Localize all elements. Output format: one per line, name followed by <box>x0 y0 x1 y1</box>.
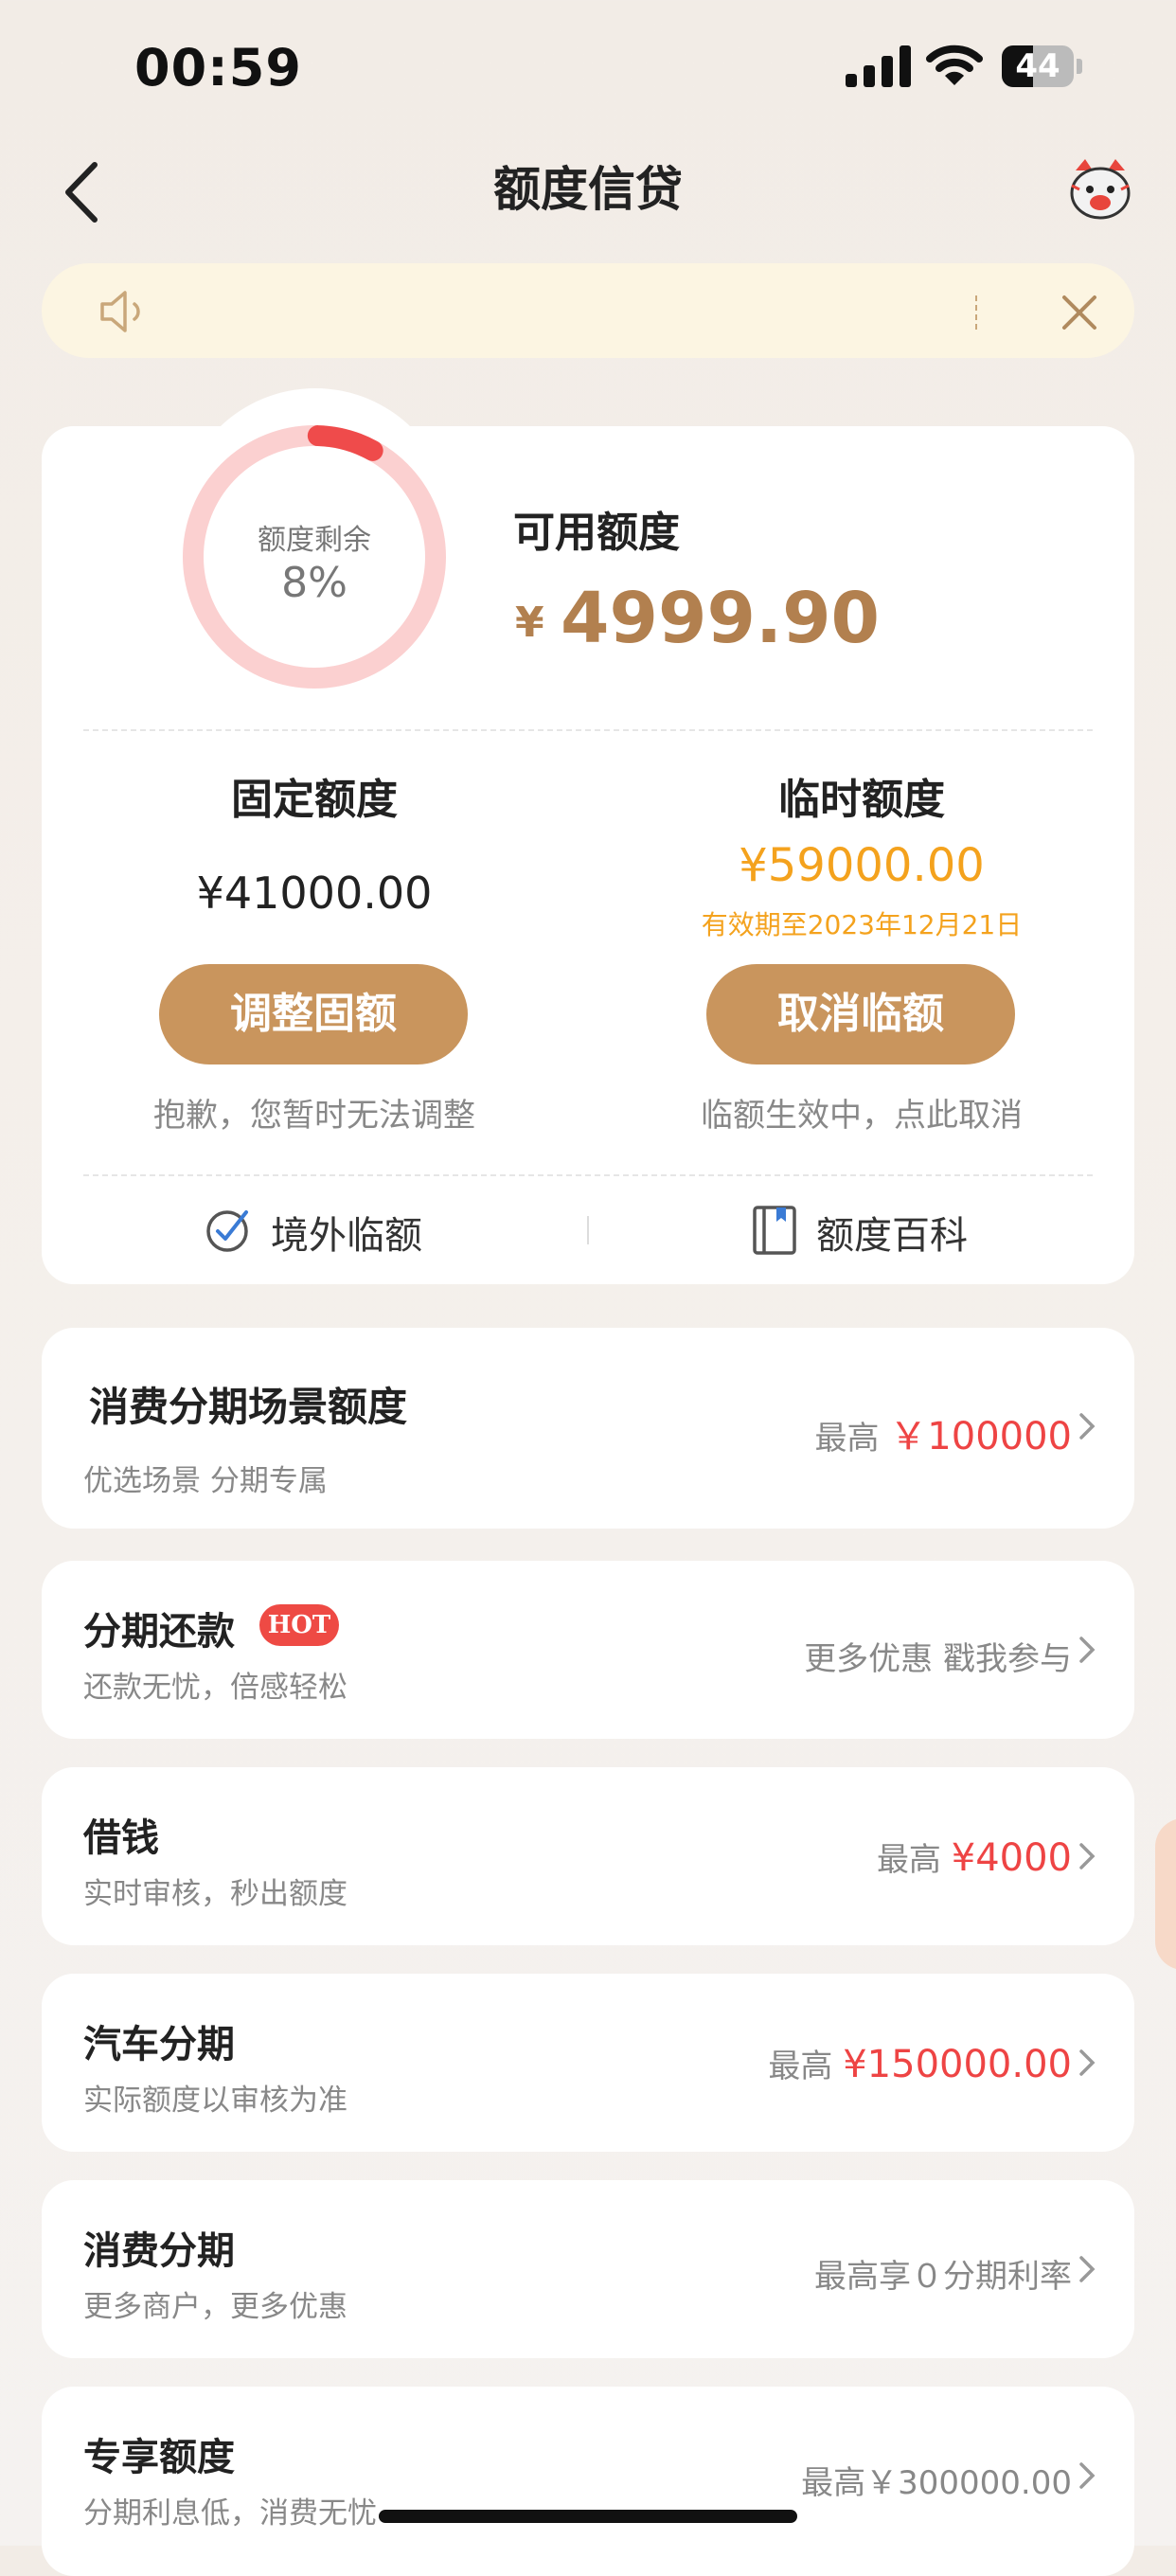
item-subtitle: 实时审核，秒出额度 <box>83 1877 347 1911</box>
divider <box>83 1174 1093 1176</box>
adjust-fixed-credit-button[interactable]: 调整固额 <box>159 964 468 1064</box>
item-title: 消费分期 <box>83 2229 235 2273</box>
item-subtitle: 优选场景 分期专属 <box>83 1464 328 1498</box>
available-credit-amount: 4999.90 <box>561 578 881 659</box>
item-right-value: ￥100000 <box>889 1415 1072 1458</box>
item-right-text: 最高￥300000.00 <box>801 2464 1072 2502</box>
divider <box>83 729 1093 731</box>
credit-encyclopedia-link[interactable]: 额度百科 <box>816 1205 968 1260</box>
wifi-icon <box>926 45 983 85</box>
notice-divider <box>975 295 981 330</box>
item-right-prefix: 最高 <box>814 1420 890 1458</box>
item-right-text: 最高享０分期利率 <box>814 2258 1072 2296</box>
item-right-prefix: 最高 <box>876 1841 952 1879</box>
cellular-signal-icon <box>846 45 911 87</box>
chevron-right-icon <box>1079 2256 1096 2282</box>
item-right-value: ¥150000.00 <box>843 2043 1072 2086</box>
chevron-right-icon <box>1079 1843 1096 1869</box>
chevron-right-icon <box>1079 2462 1096 2489</box>
item-subtitle: 分期利息低，消费无忧 <box>83 2496 377 2531</box>
item-title: 消费分期场景额度 <box>89 1384 408 1430</box>
fixed-credit-note: 抱歉，您暂时无法调整 <box>153 1097 475 1135</box>
vertical-divider <box>587 1216 589 1244</box>
speaker-icon <box>100 291 140 332</box>
fixed-credit-amount: ¥41000.00 <box>196 868 433 919</box>
item-subtitle: 更多商户，更多优惠 <box>83 2290 347 2324</box>
item-right-text: 更多优惠 戳我参与 <box>804 1640 1072 1678</box>
chevron-right-icon <box>1079 2049 1096 2076</box>
item-right-value: ¥4000 <box>951 1836 1072 1880</box>
ring-percent: 8% <box>281 559 347 607</box>
cancel-temporary-credit-button[interactable]: 取消临额 <box>706 964 1015 1064</box>
overseas-temporary-credit-link[interactable]: 境外临额 <box>271 1205 422 1260</box>
chevron-right-icon <box>1079 1413 1096 1440</box>
item-right-text: 最高 ¥4000 <box>877 1834 1072 1880</box>
temporary-credit-note[interactable]: 临额生效中，点此取消 <box>597 1089 1127 1136</box>
item-subtitle: 还款无忧，倍感轻松 <box>83 1671 347 1705</box>
chevron-right-icon <box>1079 1637 1096 1663</box>
available-credit-label: 可用额度 <box>513 509 680 557</box>
item-right-text: 最高 ¥150000.00 <box>768 2040 1072 2086</box>
fixed-credit-title: 固定额度 <box>231 776 398 824</box>
home-indicator[interactable] <box>379 2510 797 2523</box>
hot-badge: HOT <box>259 1604 339 1646</box>
notice-bar[interactable] <box>42 263 1134 358</box>
item-right-text: 最高 ￥100000 <box>814 1405 1072 1460</box>
item-subtitle: 实际额度以审核为准 <box>83 2084 347 2118</box>
status-time: 00:59 <box>134 38 302 98</box>
close-icon[interactable] <box>1059 292 1100 333</box>
item-title: 借钱 <box>83 1816 159 1860</box>
currency-symbol: ¥ <box>515 599 544 647</box>
page-title: 额度信贷 <box>493 162 683 217</box>
floating-side-badge[interactable] <box>1155 1818 1176 1970</box>
overseas-globe-icon <box>206 1210 248 1252</box>
book-icon <box>753 1206 796 1255</box>
battery-icon: 44 <box>1002 45 1083 87</box>
item-right-prefix: 最高 <box>768 2048 844 2085</box>
temporary-credit-title: 临时额度 <box>778 776 945 824</box>
mascot-avatar-icon[interactable] <box>1068 157 1132 222</box>
item-title: 汽车分期 <box>83 2023 235 2066</box>
ring-label: 额度剩余 <box>258 524 371 557</box>
temporary-credit-validity: 有效期至2023年12月21日 <box>701 909 1023 940</box>
battery-level: 44 <box>1015 47 1060 85</box>
temporary-credit-amount: ¥59000.00 <box>739 839 985 892</box>
item-title: 分期还款 <box>83 1610 235 1654</box>
item-title: 专享额度 <box>83 2436 235 2479</box>
